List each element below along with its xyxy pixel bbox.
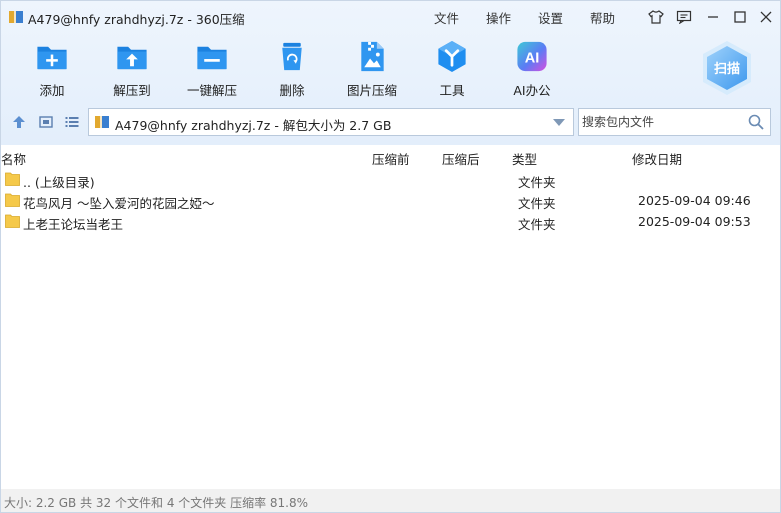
folder-icon	[5, 193, 20, 207]
status-bar: 大小: 2.2 GB 共 32 个文件和 4 个文件夹 压缩率 81.8%	[1, 489, 780, 512]
one-click-extract-icon	[197, 46, 227, 70]
extract-to-label: 解压到	[113, 83, 151, 98]
file-type: 文件夹	[518, 217, 556, 232]
search-box[interactable]	[578, 108, 771, 136]
skin-button[interactable]	[645, 7, 667, 27]
delete-label: 删除	[279, 83, 305, 98]
up-arrow-icon[interactable]	[11, 114, 27, 130]
tshirt-icon	[648, 10, 664, 24]
column-name[interactable]: 名称	[1, 149, 26, 168]
recycle-bin-icon	[282, 42, 302, 71]
svg-text:AI: AI	[525, 50, 540, 66]
file-modified: 2025-09-04 09:46	[638, 193, 751, 208]
archive-logo-icon	[9, 11, 23, 23]
list-view-icon[interactable]	[64, 114, 80, 130]
tools-label: 工具	[439, 83, 465, 98]
add-button[interactable]: 添加	[12, 39, 92, 99]
extract-to-icon	[117, 46, 147, 70]
menu-help[interactable]: 帮助	[590, 8, 615, 27]
image-compress-icon	[361, 41, 384, 72]
one-click-extract-button[interactable]: 一键解压	[172, 39, 252, 99]
chevron-down-icon[interactable]	[553, 119, 565, 127]
scan-label: 扫描	[713, 62, 740, 77]
file-type: 文件夹	[518, 196, 556, 211]
file-list-header: 名称 压缩前 压缩后 类型 修改日期	[1, 145, 780, 168]
column-modified[interactable]: 修改日期	[632, 149, 682, 168]
table-row[interactable]: .. (上级目录) 文件夹	[1, 169, 780, 190]
folder-icon	[5, 214, 20, 228]
search-input[interactable]	[579, 109, 744, 135]
feedback-button[interactable]	[673, 7, 695, 27]
close-icon	[760, 11, 772, 23]
ai-office-button[interactable]: AI AI办公	[492, 39, 572, 99]
extract-to-button[interactable]: 解压到	[92, 39, 172, 99]
one-click-extract-label: 一键解压	[186, 83, 237, 98]
archive-file-icon	[95, 116, 109, 128]
header-area: A479@hnfy zrahdhyzj.7z - 360压缩 文件 操作 设置 …	[1, 1, 780, 145]
file-name: .. (上级目录)	[23, 175, 95, 190]
scan-button[interactable]: 扫描	[699, 39, 755, 97]
address-bar[interactable]: A479@hnfy zrahdhyzj.7z - 解包大小为 2.7 GB	[88, 108, 574, 136]
image-compress-label: 图片压缩	[346, 83, 397, 98]
file-name: 花鸟风月 ～坠入爱河的花园之婭～	[23, 196, 215, 211]
file-name: 上老王论坛当老王	[23, 217, 124, 232]
column-original-size[interactable]: 压缩前	[372, 149, 410, 168]
address-path: A479@hnfy zrahdhyzj.7z - 解包大小为 2.7 GB	[115, 118, 392, 133]
image-compress-button[interactable]: 图片压缩	[332, 39, 412, 99]
file-type: 文件夹	[518, 175, 556, 190]
menu-file[interactable]: 文件	[434, 8, 459, 27]
maximize-button[interactable]	[729, 7, 751, 27]
ai-office-label: AI办公	[513, 83, 551, 98]
close-button[interactable]	[755, 7, 777, 27]
add-archive-icon	[37, 46, 67, 70]
title-bar: A479@hnfy zrahdhyzj.7z - 360压缩 文件 操作 设置 …	[1, 1, 780, 33]
add-label: 添加	[39, 83, 65, 98]
table-row[interactable]: 上老王论坛当老王 文件夹 2025-09-04 09:53	[1, 211, 780, 232]
status-text: 大小: 2.2 GB 共 32 个文件和 4 个文件夹 压缩率 81.8%	[4, 496, 309, 510]
delete-button[interactable]: 删除	[252, 39, 332, 99]
column-type[interactable]: 类型	[512, 149, 537, 168]
minimize-icon	[708, 16, 718, 18]
menu-operate[interactable]: 操作	[486, 8, 511, 27]
archive-window: A479@hnfy zrahdhyzj.7z - 360压缩 文件 操作 设置 …	[0, 0, 781, 513]
tools-icon	[438, 40, 466, 73]
search-icon[interactable]	[748, 114, 764, 130]
file-modified: 2025-09-04 09:53	[638, 214, 751, 229]
maximize-icon	[734, 11, 746, 23]
message-icon	[676, 10, 692, 24]
folder-icon	[5, 172, 20, 186]
window-title: A479@hnfy zrahdhyzj.7z - 360压缩	[28, 12, 245, 27]
ai-office-icon: AI	[517, 41, 547, 72]
thumbnail-view-icon[interactable]	[38, 114, 54, 130]
minimize-button[interactable]	[702, 7, 724, 27]
column-compressed-size[interactable]: 压缩后	[442, 149, 480, 168]
menu-settings[interactable]: 设置	[538, 8, 563, 27]
table-row[interactable]: 花鸟风月 ～坠入爱河的花园之婭～ 文件夹 2025-09-04 09:46	[1, 190, 780, 211]
tools-button[interactable]: 工具	[412, 39, 492, 99]
